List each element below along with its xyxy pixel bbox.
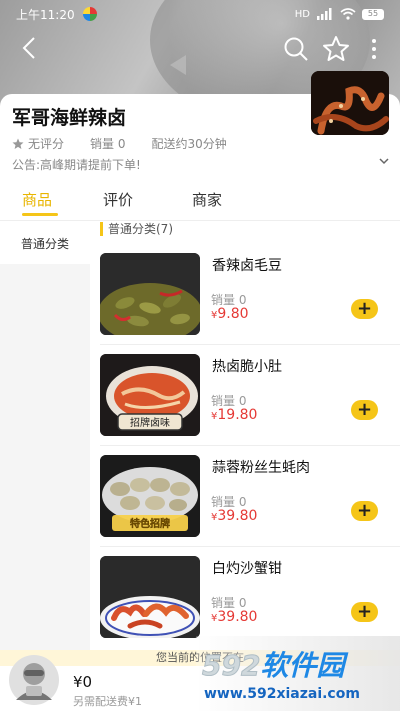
product-name: 热卤脆小肚 bbox=[212, 359, 282, 375]
product-price: ¥19.80 bbox=[211, 407, 257, 423]
delivery-fee-note: 另需配送费¥1 bbox=[73, 695, 142, 708]
add-to-cart-button[interactable]: + bbox=[351, 299, 378, 319]
cart-mascot-icon[interactable] bbox=[8, 654, 60, 706]
shop-sales: 销量 0 bbox=[90, 137, 126, 151]
watermark-logo: 592软件园 bbox=[201, 644, 345, 684]
wifi-icon bbox=[340, 8, 356, 20]
watermark-url: www.592xiazai.com bbox=[204, 686, 360, 702]
category-sidebar: 普通分类 bbox=[0, 222, 90, 652]
sidebar-item-general[interactable]: 普通分类 bbox=[0, 222, 90, 264]
status-bar: 上午11:20 HD 55 bbox=[0, 0, 400, 28]
add-to-cart-button[interactable]: + bbox=[351, 501, 378, 521]
tab-reviews[interactable]: 评价 bbox=[103, 189, 133, 210]
tab-merchant[interactable]: 商家 bbox=[192, 189, 222, 210]
rating-star-icon bbox=[12, 138, 24, 149]
watermark-brand: 软件园 bbox=[260, 649, 345, 682]
more-options-icon[interactable] bbox=[366, 37, 382, 61]
cart-total: ¥0 bbox=[73, 673, 93, 691]
product-price: ¥39.80 bbox=[211, 508, 257, 524]
price-value: 19.80 bbox=[217, 407, 258, 423]
product-name: 蒜蓉粉丝生蚝肉 bbox=[212, 460, 310, 476]
category-title: 普通分类(7) bbox=[100, 222, 173, 236]
product-image: 特色招牌 bbox=[100, 455, 200, 537]
product-name: 香辣卤毛豆 bbox=[212, 258, 282, 274]
product-item[interactable]: 香辣卤毛豆 销量 0 ¥9.80 + bbox=[100, 253, 400, 345]
tab-products[interactable]: 商品 bbox=[22, 189, 52, 210]
shop-delivery-time: 配送约30分钟 bbox=[151, 137, 227, 151]
search-icon[interactable] bbox=[283, 36, 309, 62]
divider bbox=[100, 344, 400, 345]
product-image bbox=[100, 556, 200, 638]
chevron-down-icon[interactable] bbox=[378, 155, 390, 167]
shop-notice: 公告:高峰期请提前下单! bbox=[12, 158, 141, 172]
divider bbox=[100, 445, 400, 446]
product-name: 白灼沙蟹钳 bbox=[212, 561, 282, 577]
shop-name: 军哥海鲜辣卤 bbox=[12, 107, 127, 129]
add-to-cart-button[interactable]: + bbox=[351, 400, 378, 420]
site-watermark: 592软件园 www.592xiazai.com bbox=[196, 636, 400, 711]
shop-rating: 无评分 bbox=[28, 137, 65, 151]
top-nav bbox=[0, 34, 400, 64]
add-to-cart-button[interactable]: + bbox=[351, 602, 378, 622]
product-price: ¥9.80 bbox=[211, 306, 249, 322]
app-notification-icon bbox=[82, 7, 97, 21]
product-badge-text: 招牌卤味 bbox=[130, 416, 170, 429]
signal-label: HD bbox=[294, 8, 310, 20]
product-item[interactable]: 招牌卤味 热卤脆小肚 销量 0 ¥19.80 + bbox=[100, 354, 400, 446]
status-indicators: HD 55 bbox=[295, 8, 384, 20]
price-value: 9.80 bbox=[217, 306, 249, 322]
status-time: 上午11:20 bbox=[16, 7, 75, 22]
signal-icon bbox=[317, 8, 332, 20]
back-arrow-icon[interactable] bbox=[18, 36, 42, 60]
favorite-star-icon[interactable] bbox=[322, 35, 350, 63]
product-item[interactable]: 白灼沙蟹钳 销量 0 ¥39.80 + bbox=[100, 556, 400, 648]
price-value: 39.80 bbox=[217, 508, 258, 524]
watermark-number: 592 bbox=[201, 649, 261, 683]
shop-logo-image bbox=[311, 71, 389, 135]
product-badge-text: 特色招牌 bbox=[130, 517, 170, 530]
battery-icon: 55 bbox=[362, 8, 384, 20]
product-image: 招牌卤味 bbox=[100, 354, 200, 436]
divider bbox=[100, 546, 400, 547]
shop-meta: 无评分 销量 0 配送约30分钟 bbox=[12, 135, 253, 152]
price-value: 39.80 bbox=[217, 609, 258, 625]
tab-bar: 商品 评价 商家 bbox=[0, 185, 400, 221]
product-image bbox=[100, 253, 200, 335]
active-tab-indicator bbox=[22, 213, 58, 216]
product-price: ¥39.80 bbox=[211, 609, 257, 625]
product-item[interactable]: 特色招牌 蒜蓉粉丝生蚝肉 销量 0 ¥39.80 + bbox=[100, 455, 400, 547]
